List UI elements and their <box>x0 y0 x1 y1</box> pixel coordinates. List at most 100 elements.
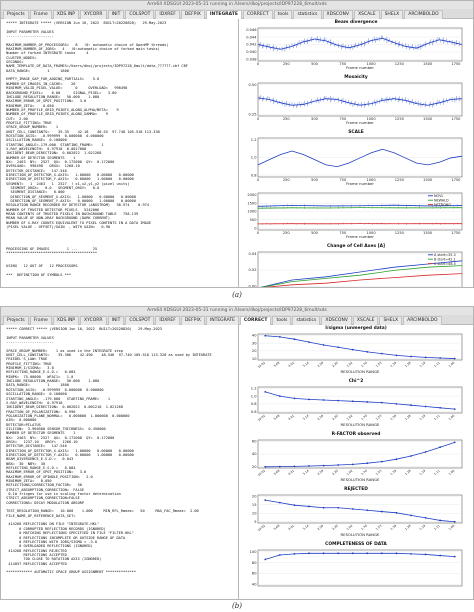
tab-arcimboldo[interactable]: ARCIMBOLDO <box>403 316 442 325</box>
tab-correct[interactable]: CORRECT <box>239 316 272 325</box>
tab-statistics[interactable]: statistics <box>293 10 322 19</box>
tab-idxref[interactable]: IDXREF <box>155 316 180 325</box>
data-point <box>453 520 456 523</box>
chart-svg: 0.0460.0440.0420.0400.0380 250 500 750 1000 1… <box>246 27 463 70</box>
x-axis-label: Frame number <box>346 234 374 239</box>
x-tick-label: 1.92 <box>346 414 354 421</box>
tab-shelx[interactable]: SHELX <box>379 316 403 325</box>
integrate-log-panel[interactable]: ***** INTEGRATE ***** (VERSION Jun 10, 2… <box>1 19 239 287</box>
tab-tools[interactable]: tools <box>272 316 292 325</box>
plot-frame <box>257 549 463 587</box>
tab-xdsconv[interactable]: XDSCONV <box>321 316 352 325</box>
y-tick-label: 0.044 <box>246 35 257 39</box>
tab-frame[interactable]: Frame <box>29 10 52 19</box>
tab-integrate[interactable]: INTEGRATE <box>205 10 242 19</box>
data-point <box>366 509 369 512</box>
chart-beam-divergence: Beam divergence 0.046 0.044 0.042 0.040 0.038… <box>242 20 470 74</box>
chart-svg: 40 30 20 1010.02 5.68 4.01 3.14 2.59 2.20 1.92 1.7… <box>252 334 463 374</box>
x-tick-label: 1.11 <box>433 361 441 368</box>
tab-correct[interactable]: CORRECT <box>242 10 273 19</box>
chart-svg: 20 15 10 510.02 5.68 4.01 3.14 2.59 2.20 1.92 1.70… <box>252 495 463 537</box>
data-point <box>293 552 296 555</box>
data-point <box>395 354 398 357</box>
plot-frame <box>257 386 463 414</box>
data-point <box>322 399 325 401</box>
data-point <box>380 460 383 463</box>
legend-label: A start=35.3 <box>434 253 456 257</box>
chart-svg: 20001500100050000 250 500 750 1000 1250 1500 17… <box>247 192 463 239</box>
tab-frame[interactable]: Frame <box>29 316 52 325</box>
x-tick-label: 1.19 <box>419 361 427 368</box>
tab-idxref[interactable]: IDXREF <box>155 10 180 19</box>
chart-svg: 1.2 1.0 0.8 0.610.02 5.68 4.01 3.14 2.59 2.20 1.9… <box>251 386 463 427</box>
legend-label: B start=42.1 <box>434 257 456 261</box>
data-point <box>410 355 412 358</box>
y-tick-label: 100 <box>250 550 258 554</box>
x-tick-label: 4.01 <box>287 414 295 421</box>
x-tick-label: 4.01 <box>287 524 295 531</box>
chart-svg: 0.04 0.02 0.00 A start=35.3B start=42.1C st… <box>248 251 463 287</box>
x-tick-label: 1250 <box>395 178 405 182</box>
y-tick-label: 15 <box>252 503 257 507</box>
tab-statistics[interactable]: statistics <box>292 316 321 325</box>
y-tick-label: 40 <box>252 452 257 456</box>
x-tick-label: 1.92 <box>346 361 354 368</box>
chart-svg: 0.500.250 250 500 750 1000 1250 1500 1750Frame … <box>248 82 463 125</box>
tab-xycorr[interactable]: XYCORR <box>80 316 107 325</box>
x-tick-label: 1.28 <box>404 361 412 368</box>
chart-rejected: REJECTED 20 15 10 5 10.02 5.68 4.01 3.14 2.59 2.20… <box>242 487 470 541</box>
tab-xscale[interactable]: XSCALE <box>354 10 380 19</box>
y-tick-label: 0.038 <box>246 58 257 62</box>
data-point <box>395 458 398 461</box>
tab-xds-inp[interactable]: XDS.INP <box>52 10 80 19</box>
tab-arcimboldo[interactable]: ARCIMBOLDO <box>404 10 443 19</box>
x-tick-label: 1750 <box>451 231 461 235</box>
y-tick-label: 0.040 <box>246 50 257 54</box>
window-title: Arm64 XDSGUI 2023-05-31 running in /User… <box>1 1 473 9</box>
tab-tools[interactable]: tools <box>273 10 293 19</box>
tab-shelx[interactable]: SHELX <box>380 10 404 19</box>
plot-frame <box>257 82 463 117</box>
tab-bar: Projects Frame XDS.INP XYCORR INIT COLSPOT IDX… <box>1 315 473 325</box>
x-tick-label: 2.20 <box>331 524 339 531</box>
x-tick-label: 10.02 <box>257 361 266 370</box>
x-tick-label: 0 <box>257 117 260 121</box>
x-axis-label: RESOLUTION RANGE <box>341 532 380 537</box>
y-tick-label: 60 <box>252 572 257 576</box>
x-tick-label: 1.06 <box>448 361 456 368</box>
y-tick-label: 0.6 <box>251 410 257 414</box>
window-title: Arm64 XDSGUI 2023-05-31 running in /User… <box>1 307 473 315</box>
tab-colspot[interactable]: COLSPOT <box>125 316 155 325</box>
data-point <box>264 334 267 337</box>
data-point <box>351 400 354 403</box>
x-tick-label: 1.11 <box>433 524 441 531</box>
tab-projects[interactable]: Projects <box>3 316 29 325</box>
x-tick-label: 1.53 <box>375 361 383 368</box>
x-tick-label: 2.20 <box>331 361 339 368</box>
data-point <box>308 398 310 401</box>
tab-defpix[interactable]: DEFPIX <box>180 316 205 325</box>
chart-counts: 2000 1500 1000 500 0 0 250 500 750 1000 1250 1500 17… <box>242 191 470 243</box>
tab-init[interactable]: INIT <box>107 10 125 19</box>
x-tick-label: 500 <box>311 117 319 121</box>
data-point <box>351 463 354 466</box>
correct-log-panel[interactable]: ***** CORRECT ***** (VERSION Jun 10, 202… <box>1 325 239 599</box>
tab-defpix[interactable]: DEFPIX <box>180 10 205 19</box>
x-tick-label: 1500 <box>423 117 433 121</box>
tab-xdsconv[interactable]: XDSCONV <box>322 10 354 19</box>
tab-integrate[interactable]: INTEGRATE <box>205 316 239 325</box>
tab-init[interactable]: INIT <box>107 316 125 325</box>
x-tick-label: 1.70 <box>360 469 368 476</box>
x-tick-label: 5.68 <box>273 469 281 476</box>
tab-projects[interactable]: Projects <box>3 10 29 19</box>
y-tick-label: 0.04 <box>248 252 257 256</box>
y-tick-label: 0.25 <box>248 113 256 117</box>
tab-xycorr[interactable]: XYCORR <box>80 10 107 19</box>
data-point <box>453 408 456 410</box>
data-point <box>424 451 427 453</box>
tab-xscale[interactable]: XSCALE <box>352 316 379 325</box>
tab-colspot[interactable]: COLSPOT <box>125 10 155 19</box>
tab-xds-inp[interactable]: XDS.INP <box>52 316 80 325</box>
x-tick-label: 1.39 <box>389 414 397 421</box>
x-tick-label: 2.20 <box>331 414 339 421</box>
